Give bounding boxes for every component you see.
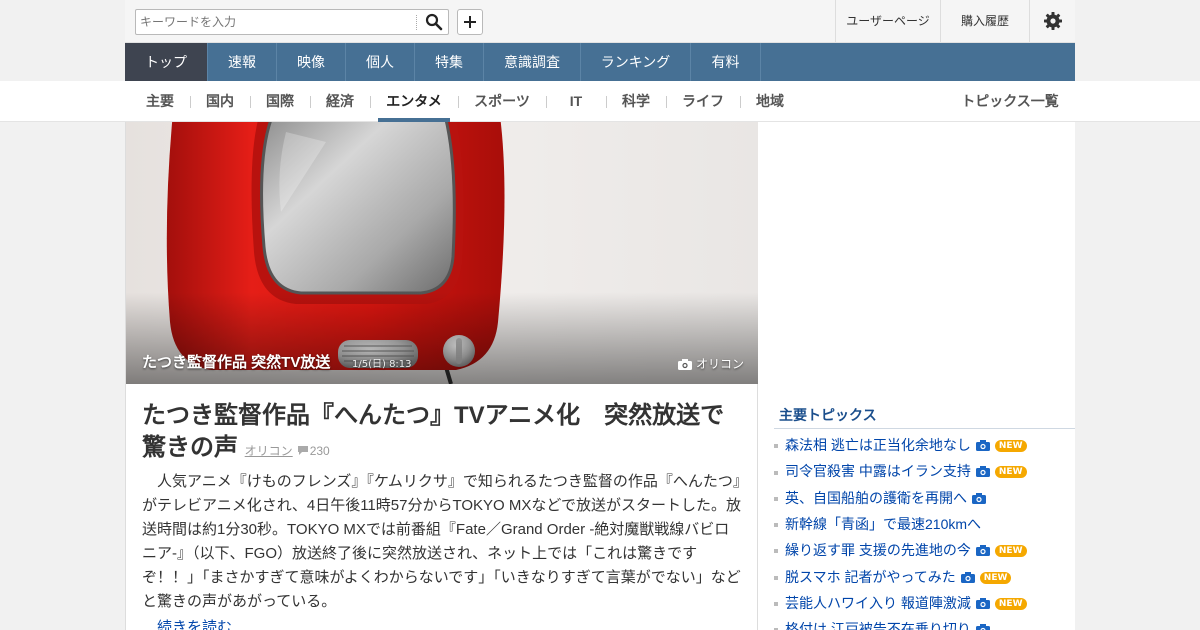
camera-icon <box>975 592 990 616</box>
new-badge: NEW <box>994 440 1027 452</box>
topic-item[interactable]: 新幹線「青函」で最速210kmへ <box>774 512 981 536</box>
article-source-link[interactable]: オリコン <box>245 444 293 458</box>
topic-label: 新幹線「青函」で最速210kmへ <box>785 515 982 532</box>
sidebar: 主要トピックス 森法相 逃亡は正当化余地なし NEW 司令官殺害 中露はイラン支持 N… <box>758 122 1075 630</box>
article-summary: たつき監督作品『へんたつ』TVアニメ化 突然放送で驚きの声 オリコン 230 人気… <box>125 384 758 630</box>
camera-icon <box>960 566 975 590</box>
topic-item[interactable]: 脱スマホ 記者がやってみた NEW <box>774 565 1012 590</box>
topic-label: 英、自国船舶の護衛を再開へ <box>785 489 967 506</box>
category-nav: 主要 国内 国際 経済 エンタメ スポーツ IT 科学 ライフ 地域 トピックス… <box>0 81 1200 122</box>
header: ユーザーページ 購入履歴 <box>125 0 1075 43</box>
camera-icon <box>975 539 990 563</box>
bullet-icon <box>774 575 778 580</box>
add-button[interactable] <box>457 9 483 35</box>
subnav-life[interactable]: ライフ <box>672 81 734 122</box>
nav-paid[interactable]: 有料 <box>691 43 761 81</box>
settings-button[interactable] <box>1029 0 1075 42</box>
hero-photo-retro-tv <box>126 122 758 384</box>
subnav-main[interactable]: 主要 <box>135 81 185 122</box>
subnav-science[interactable]: 科学 <box>611 81 661 122</box>
search-icon <box>425 13 443 31</box>
nav-ranking[interactable]: ランキング <box>581 43 691 81</box>
subnav-divider <box>740 96 741 108</box>
user-page-link[interactable]: ユーザーページ <box>835 0 940 42</box>
subnav-divider <box>370 96 371 108</box>
subnav-it[interactable]: IT <box>551 81 601 122</box>
nav-video[interactable]: 映像 <box>277 43 346 81</box>
nav-top[interactable]: トップ <box>125 43 208 81</box>
article-body: 人気アニメ『けものフレンズ』『ケムリクサ』で知られるたつき監督の作品『へんたつ』… <box>142 473 742 610</box>
photo-credit-label: オリコン <box>696 357 745 371</box>
bullet-icon <box>774 602 778 607</box>
topics-list-link[interactable]: トピックス一覧 <box>952 81 1068 122</box>
plus-icon <box>464 16 476 28</box>
topic-label: 司令官殺害 中露はイラン支持 <box>785 463 971 480</box>
subnav-divider <box>666 96 667 108</box>
subnav-divider <box>250 96 251 108</box>
hero-caption[interactable]: たつき監督作品 突然TV放送 <box>142 351 330 372</box>
comment-icon <box>297 446 308 455</box>
new-badge: NEW <box>994 466 1027 479</box>
read-more-link[interactable]: …続きを読む <box>142 616 232 630</box>
subnav-divider <box>606 96 607 108</box>
subnav-entertainment[interactable]: エンタメ <box>378 81 450 122</box>
new-badge: NEW <box>994 597 1027 610</box>
nav-features[interactable]: 特集 <box>415 43 484 81</box>
subnav-domestic[interactable]: 国内 <box>195 81 245 122</box>
nav-personal[interactable]: 個人 <box>346 43 415 81</box>
article-title: たつき監督作品『へんたつ』TVアニメ化 突然放送で驚きの声 オリコン 230 <box>142 400 742 467</box>
new-badge: NEW <box>994 545 1027 558</box>
article-headline[interactable]: たつき監督作品『へんたつ』TVアニメ化 突然放送で驚きの声 <box>142 402 724 461</box>
search-box <box>135 9 449 35</box>
comments-link[interactable]: 230 <box>297 444 330 458</box>
nav-breaking[interactable]: 速報 <box>208 43 277 81</box>
topic-item[interactable]: 司令官殺害 中露はイラン支持 NEW <box>774 459 1027 483</box>
topic-item[interactable]: 芸能人ハワイ入り 報道陣激減 NEW <box>774 591 1027 615</box>
subnav-local[interactable]: 地域 <box>745 81 795 122</box>
top-bar: ユーザーページ 購入履歴 <box>0 0 1200 43</box>
topic-item[interactable]: 格付け 江戸被告不在乗り切り <box>774 617 990 630</box>
topic-item[interactable]: 英、自国船舶の護衛を再開へ <box>774 486 986 510</box>
nav-survey[interactable]: 意識調査 <box>484 43 581 81</box>
search-button[interactable] <box>425 13 443 31</box>
bullet-icon <box>774 470 778 475</box>
topic-item[interactable]: 森法相 逃亡は正当化余地なし NEW <box>774 433 1027 457</box>
topics-divider <box>774 428 1075 429</box>
search-input[interactable] <box>140 13 410 31</box>
photo-credit: オリコン <box>678 355 744 372</box>
subnav-divider <box>458 96 459 108</box>
topic-label: 芸能人ハワイ入り 報道陣激減 <box>785 594 971 611</box>
search-divider <box>416 15 417 30</box>
bullet-icon <box>774 496 778 501</box>
topic-label: 森法相 逃亡は正当化余地なし <box>785 437 971 453</box>
camera-icon <box>975 460 990 484</box>
camera-icon <box>975 434 990 458</box>
main-nav: トップ 速報 映像 個人 特集 意識調査 ランキング 有料 <box>125 43 1075 81</box>
hero-image[interactable]: たつき監督作品 突然TV放送 1/5(日) 8:13 オリコン <box>125 122 758 384</box>
camera-icon <box>972 487 986 511</box>
new-badge: NEW <box>979 571 1012 584</box>
subnav-divider <box>546 96 547 108</box>
topic-label: 脱スマホ 記者がやってみた <box>785 568 956 585</box>
subnav-divider <box>190 96 191 108</box>
subnav-economy[interactable]: 経済 <box>315 81 365 122</box>
comment-count: 230 <box>309 444 330 458</box>
bullet-icon <box>774 444 778 449</box>
topic-label: 繰り返す罪 支援の先進地の今 <box>785 542 971 559</box>
topic-label: 格付け 江戸被告不在乗り切り <box>785 621 971 630</box>
bullet-icon <box>774 523 778 528</box>
topic-item[interactable]: 繰り返す罪 支援の先進地の今 NEW <box>774 538 1027 562</box>
purchase-history-link[interactable]: 購入履歴 <box>940 0 1029 42</box>
subnav-international[interactable]: 国際 <box>255 81 305 122</box>
gear-icon <box>1044 12 1062 30</box>
subnav-sports[interactable]: スポーツ <box>466 81 538 122</box>
bullet-icon <box>774 549 778 554</box>
camera-icon <box>678 359 692 370</box>
camera-icon <box>975 618 990 630</box>
hero-timestamp: 1/5(日) 8:13 <box>352 359 412 370</box>
main-topics-title: 主要トピックス <box>779 407 877 423</box>
subnav-divider <box>310 96 311 108</box>
